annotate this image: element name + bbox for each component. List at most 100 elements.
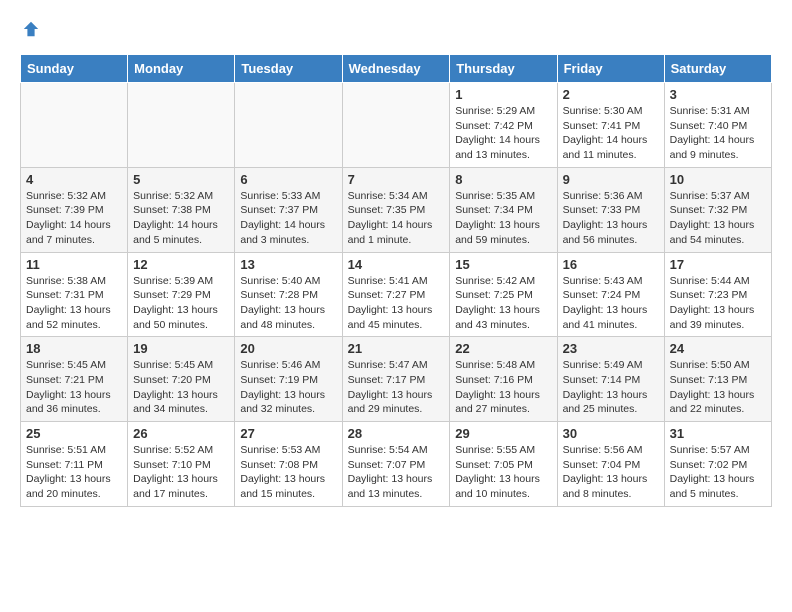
day-header-wednesday: Wednesday (342, 55, 450, 83)
day-number: 19 (133, 341, 229, 356)
day-number: 24 (670, 341, 766, 356)
calendar-header-row: SundayMondayTuesdayWednesdayThursdayFrid… (21, 55, 772, 83)
day-detail: Sunrise: 5:29 AM Sunset: 7:42 PM Dayligh… (455, 104, 551, 163)
day-detail: Sunrise: 5:43 AM Sunset: 7:24 PM Dayligh… (563, 274, 659, 333)
day-detail: Sunrise: 5:32 AM Sunset: 7:39 PM Dayligh… (26, 189, 122, 248)
day-detail: Sunrise: 5:42 AM Sunset: 7:25 PM Dayligh… (455, 274, 551, 333)
calendar-cell: 16 Sunrise: 5:43 AM Sunset: 7:24 PM Dayli… (557, 252, 664, 337)
calendar-cell: 20 Sunrise: 5:46 AM Sunset: 7:19 PM Dayli… (235, 337, 342, 422)
day-number: 11 (26, 257, 122, 272)
day-detail: Sunrise: 5:53 AM Sunset: 7:08 PM Dayligh… (240, 443, 336, 502)
calendar-cell: 4 Sunrise: 5:32 AM Sunset: 7:39 PM Daylig… (21, 167, 128, 252)
calendar-cell: 10 Sunrise: 5:37 AM Sunset: 7:32 PM Dayli… (664, 167, 771, 252)
calendar-cell: 21 Sunrise: 5:47 AM Sunset: 7:17 PM Dayli… (342, 337, 450, 422)
day-header-tuesday: Tuesday (235, 55, 342, 83)
day-number: 2 (563, 87, 659, 102)
day-header-monday: Monday (128, 55, 235, 83)
day-detail: Sunrise: 5:41 AM Sunset: 7:27 PM Dayligh… (348, 274, 445, 333)
day-detail: Sunrise: 5:54 AM Sunset: 7:07 PM Dayligh… (348, 443, 445, 502)
day-number: 16 (563, 257, 659, 272)
day-number: 8 (455, 172, 551, 187)
day-detail: Sunrise: 5:39 AM Sunset: 7:29 PM Dayligh… (133, 274, 229, 333)
day-detail: Sunrise: 5:32 AM Sunset: 7:38 PM Dayligh… (133, 189, 229, 248)
day-number: 1 (455, 87, 551, 102)
calendar-cell: 7 Sunrise: 5:34 AM Sunset: 7:35 PM Daylig… (342, 167, 450, 252)
day-number: 7 (348, 172, 445, 187)
page-header (20, 20, 772, 38)
day-header-saturday: Saturday (664, 55, 771, 83)
day-detail: Sunrise: 5:49 AM Sunset: 7:14 PM Dayligh… (563, 358, 659, 417)
day-detail: Sunrise: 5:38 AM Sunset: 7:31 PM Dayligh… (26, 274, 122, 333)
day-header-sunday: Sunday (21, 55, 128, 83)
day-detail: Sunrise: 5:48 AM Sunset: 7:16 PM Dayligh… (455, 358, 551, 417)
week-row-5: 25 Sunrise: 5:51 AM Sunset: 7:11 PM Dayli… (21, 422, 772, 507)
calendar-cell: 23 Sunrise: 5:49 AM Sunset: 7:14 PM Dayli… (557, 337, 664, 422)
calendar-cell: 1 Sunrise: 5:29 AM Sunset: 7:42 PM Daylig… (450, 83, 557, 168)
calendar-cell (21, 83, 128, 168)
day-detail: Sunrise: 5:55 AM Sunset: 7:05 PM Dayligh… (455, 443, 551, 502)
day-detail: Sunrise: 5:36 AM Sunset: 7:33 PM Dayligh… (563, 189, 659, 248)
day-detail: Sunrise: 5:46 AM Sunset: 7:19 PM Dayligh… (240, 358, 336, 417)
day-number: 30 (563, 426, 659, 441)
day-header-friday: Friday (557, 55, 664, 83)
day-detail: Sunrise: 5:37 AM Sunset: 7:32 PM Dayligh… (670, 189, 766, 248)
day-detail: Sunrise: 5:47 AM Sunset: 7:17 PM Dayligh… (348, 358, 445, 417)
day-detail: Sunrise: 5:52 AM Sunset: 7:10 PM Dayligh… (133, 443, 229, 502)
day-number: 6 (240, 172, 336, 187)
day-detail: Sunrise: 5:34 AM Sunset: 7:35 PM Dayligh… (348, 189, 445, 248)
day-detail: Sunrise: 5:56 AM Sunset: 7:04 PM Dayligh… (563, 443, 659, 502)
day-detail: Sunrise: 5:51 AM Sunset: 7:11 PM Dayligh… (26, 443, 122, 502)
calendar-cell: 5 Sunrise: 5:32 AM Sunset: 7:38 PM Daylig… (128, 167, 235, 252)
day-number: 9 (563, 172, 659, 187)
day-detail: Sunrise: 5:50 AM Sunset: 7:13 PM Dayligh… (670, 358, 766, 417)
day-number: 5 (133, 172, 229, 187)
day-number: 17 (670, 257, 766, 272)
day-number: 13 (240, 257, 336, 272)
calendar-cell: 17 Sunrise: 5:44 AM Sunset: 7:23 PM Dayli… (664, 252, 771, 337)
calendar-cell: 8Sunrise: 5:35 AM Sunset: 7:34 PM Daylig… (450, 167, 557, 252)
day-number: 4 (26, 172, 122, 187)
day-number: 26 (133, 426, 229, 441)
week-row-1: 1 Sunrise: 5:29 AM Sunset: 7:42 PM Daylig… (21, 83, 772, 168)
calendar-cell: 2Sunrise: 5:30 AM Sunset: 7:41 PM Daylig… (557, 83, 664, 168)
day-number: 15 (455, 257, 551, 272)
calendar-cell: 27 Sunrise: 5:53 AM Sunset: 7:08 PM Dayli… (235, 422, 342, 507)
calendar-cell: 11 Sunrise: 5:38 AM Sunset: 7:31 PM Dayli… (21, 252, 128, 337)
calendar-cell: 22 Sunrise: 5:48 AM Sunset: 7:16 PM Dayli… (450, 337, 557, 422)
calendar-cell: 25 Sunrise: 5:51 AM Sunset: 7:11 PM Dayli… (21, 422, 128, 507)
day-detail: Sunrise: 5:44 AM Sunset: 7:23 PM Dayligh… (670, 274, 766, 333)
logo (20, 20, 40, 38)
day-number: 12 (133, 257, 229, 272)
calendar-cell: 26 Sunrise: 5:52 AM Sunset: 7:10 PM Dayli… (128, 422, 235, 507)
calendar-cell: 18Sunrise: 5:45 AM Sunset: 7:21 PM Dayli… (21, 337, 128, 422)
day-number: 28 (348, 426, 445, 441)
day-number: 10 (670, 172, 766, 187)
calendar-cell: 3 Sunrise: 5:31 AM Sunset: 7:40 PM Daylig… (664, 83, 771, 168)
week-row-4: 18Sunrise: 5:45 AM Sunset: 7:21 PM Dayli… (21, 337, 772, 422)
day-detail: Sunrise: 5:31 AM Sunset: 7:40 PM Dayligh… (670, 104, 766, 163)
day-detail: Sunrise: 5:57 AM Sunset: 7:02 PM Dayligh… (670, 443, 766, 502)
day-number: 25 (26, 426, 122, 441)
day-detail: Sunrise: 5:45 AM Sunset: 7:20 PM Dayligh… (133, 358, 229, 417)
calendar-cell: 31Sunrise: 5:57 AM Sunset: 7:02 PM Dayli… (664, 422, 771, 507)
calendar-cell: 19 Sunrise: 5:45 AM Sunset: 7:20 PM Dayli… (128, 337, 235, 422)
calendar-cell (235, 83, 342, 168)
day-number: 27 (240, 426, 336, 441)
day-number: 23 (563, 341, 659, 356)
week-row-2: 4 Sunrise: 5:32 AM Sunset: 7:39 PM Daylig… (21, 167, 772, 252)
calendar-cell (128, 83, 235, 168)
calendar-cell: 9 Sunrise: 5:36 AM Sunset: 7:33 PM Daylig… (557, 167, 664, 252)
calendar-cell: 28 Sunrise: 5:54 AM Sunset: 7:07 PM Dayli… (342, 422, 450, 507)
calendar-cell (342, 83, 450, 168)
calendar-cell: 13Sunrise: 5:40 AM Sunset: 7:28 PM Dayli… (235, 252, 342, 337)
day-number: 22 (455, 341, 551, 356)
day-number: 21 (348, 341, 445, 356)
day-header-thursday: Thursday (450, 55, 557, 83)
calendar-cell: 6Sunrise: 5:33 AM Sunset: 7:37 PM Daylig… (235, 167, 342, 252)
calendar-cell: 12 Sunrise: 5:39 AM Sunset: 7:29 PM Dayli… (128, 252, 235, 337)
day-number: 3 (670, 87, 766, 102)
calendar-cell: 14Sunrise: 5:41 AM Sunset: 7:27 PM Dayli… (342, 252, 450, 337)
day-number: 20 (240, 341, 336, 356)
calendar: SundayMondayTuesdayWednesdayThursdayFrid… (20, 54, 772, 507)
calendar-cell: 29Sunrise: 5:55 AM Sunset: 7:05 PM Dayli… (450, 422, 557, 507)
